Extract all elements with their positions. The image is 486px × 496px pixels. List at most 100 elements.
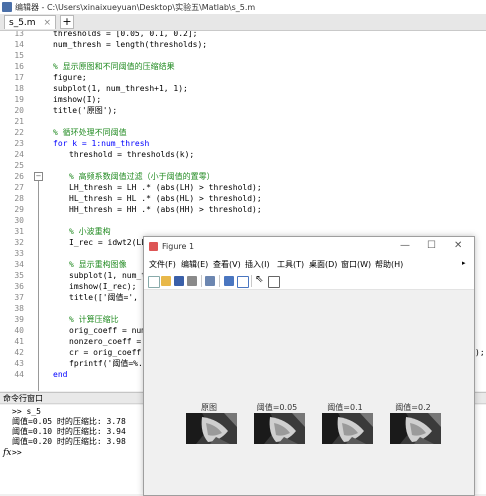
- code-line[interactable]: 30: [0, 215, 486, 226]
- menu-window[interactable]: 窗口(W): [341, 259, 371, 270]
- code-line[interactable]: 20 title('原图');: [0, 105, 486, 116]
- code-text: % 小波重构: [69, 227, 111, 236]
- window-title-bar: 编辑器 - C:\Users\xinaixueyuan\Desktop\实验五\…: [0, 0, 486, 15]
- tab-label: s_5.m: [9, 17, 36, 28]
- subplot-title: 阈值=0.1: [327, 403, 363, 412]
- line-number: 37: [14, 293, 24, 302]
- menu-tools[interactable]: 工具(T): [277, 259, 304, 270]
- insert-legend-icon[interactable]: [237, 276, 249, 288]
- menu-edit[interactable]: 编辑(E): [181, 259, 208, 270]
- line-number: 39: [14, 315, 24, 324]
- code-line[interactable]: 25: [0, 160, 486, 171]
- command-output-line: 阈值=0.20 时的压缩比: 3.98: [12, 437, 126, 446]
- editor-tab-bar: s_5.m × +: [0, 14, 486, 31]
- code-text: % 计算压缩比: [69, 315, 119, 324]
- code-line[interactable]: 24 threshold = thresholds(k);: [0, 149, 486, 160]
- line-number: 44: [14, 370, 24, 379]
- figure-title-bar: Figure 1 — ☐ ✕: [144, 237, 474, 257]
- menu-overflow-icon[interactable]: ▸: [462, 259, 466, 267]
- line-number: 13: [14, 31, 24, 38]
- toolbar-separator: [219, 275, 220, 287]
- menu-view[interactable]: 查看(V): [213, 259, 241, 270]
- line-number: 41: [14, 337, 24, 346]
- code-line[interactable]: 29 HH_thresh = HH .* (abs(HH) > threshold…: [0, 204, 486, 215]
- menu-help[interactable]: 帮助(H): [375, 259, 403, 270]
- line-number: 23: [14, 139, 24, 148]
- minimize-button[interactable]: —: [400, 240, 410, 251]
- code-line[interactable]: 18 subplot(1, num_thresh+1, 1);: [0, 83, 486, 94]
- close-button[interactable]: ✕: [454, 240, 462, 251]
- code-line[interactable]: 22 % 循环处理不同阈值: [0, 127, 486, 138]
- code-text: % 循环处理不同阈值: [53, 128, 127, 137]
- line-number: 21: [14, 117, 24, 126]
- command-line: >> s_5: [12, 407, 41, 416]
- code-line[interactable]: 16 % 显示原图和不同阈值的压缩结果: [0, 61, 486, 72]
- line-number: 31: [14, 227, 24, 236]
- image-threshold-02: [390, 413, 441, 444]
- code-text: thresholds = [0.05, 0.1, 0.2];: [53, 31, 198, 38]
- command-output-line: 阈值=0.05 时的压缩比: 3.78: [12, 417, 126, 426]
- line-number: 22: [14, 128, 24, 137]
- new-figure-icon[interactable]: [148, 276, 160, 288]
- code-text: LH_thresh = LH .* (abs(LH) > threshold);: [69, 183, 262, 192]
- maximize-button[interactable]: ☐: [427, 240, 436, 251]
- line-number: 34: [14, 260, 24, 269]
- code-text: cr = orig_coeff /: [69, 348, 151, 357]
- fx-icon[interactable]: fx: [3, 448, 11, 458]
- insert-colorbar-icon[interactable]: [224, 276, 234, 286]
- figure-icon: [149, 242, 158, 251]
- code-text: subplot(1, num_thresh+1, 1);: [53, 84, 188, 93]
- new-tab-button[interactable]: +: [60, 15, 74, 29]
- code-text: figure;: [53, 73, 87, 82]
- line-number: 20: [14, 106, 24, 115]
- line-number: 14: [14, 40, 24, 49]
- code-text: end: [53, 370, 68, 379]
- subplot-title: 原图: [201, 403, 217, 412]
- code-text: imshow(I);: [53, 95, 102, 104]
- code-line[interactable]: 15: [0, 50, 486, 61]
- code-text: % 显示重构图像: [69, 260, 127, 269]
- code-line[interactable]: 23 for k = 1:num_thresh: [0, 138, 486, 149]
- line-number: 27: [14, 183, 24, 192]
- link-plot-icon[interactable]: [205, 276, 215, 286]
- tab-s5[interactable]: s_5.m ×: [4, 15, 56, 29]
- matlab-editor-icon: [2, 2, 12, 12]
- pointer-icon[interactable]: ⇖: [255, 274, 263, 285]
- line-number: 42: [14, 348, 24, 357]
- code-line[interactable]: 27 LH_thresh = LH .* (abs(LH) > threshold…: [0, 182, 486, 193]
- tab-close-icon[interactable]: ×: [43, 18, 51, 28]
- code-line[interactable]: 17 figure;: [0, 72, 486, 83]
- code-text: threshold = thresholds(k);: [69, 150, 195, 159]
- line-number: 36: [14, 282, 24, 291]
- print-icon[interactable]: [187, 276, 197, 286]
- menu-desktop[interactable]: 桌面(D): [309, 259, 337, 270]
- line-number: 38: [14, 304, 24, 313]
- code-text: nonzero_coeff = n: [69, 337, 151, 346]
- code-line[interactable]: 28 HL_thresh = HL .* (abs(HL) > threshold…: [0, 193, 486, 204]
- image-threshold-005: [254, 413, 305, 444]
- window-title: 编辑器 - C:\Users\xinaixueyuan\Desktop\实验五\…: [15, 2, 256, 12]
- code-line[interactable]: 13 thresholds = [0.05, 0.1, 0.2];: [0, 31, 486, 39]
- code-text: fprintf('阈值=%.2: [69, 359, 148, 368]
- code-text: imshow(I_rec);: [69, 282, 137, 291]
- line-number: 19: [14, 95, 24, 104]
- toolbar-separator: [251, 275, 252, 287]
- line-number: 26: [14, 172, 24, 181]
- menu-file[interactable]: 文件(F): [149, 259, 176, 270]
- line-number: 25: [14, 161, 24, 170]
- line-number: 43: [14, 359, 24, 368]
- code-line[interactable]: 21: [0, 116, 486, 127]
- line-number: 17: [14, 73, 24, 82]
- line-number: 24: [14, 150, 24, 159]
- command-prompt[interactable]: >>: [12, 448, 22, 458]
- open-file-icon[interactable]: [161, 276, 171, 286]
- line-number: 32: [14, 238, 24, 247]
- code-line[interactable]: 26 % 高频系数阈值过滤（小于阈值的置零）: [0, 171, 486, 182]
- menu-insert[interactable]: 插入(I): [245, 259, 270, 270]
- save-icon[interactable]: [174, 276, 184, 286]
- code-line[interactable]: 19 imshow(I);: [0, 94, 486, 105]
- code-line[interactable]: 14 num_thresh = length(thresholds);: [0, 39, 486, 50]
- property-inspector-icon[interactable]: [268, 276, 280, 288]
- figure-window[interactable]: Figure 1 — ☐ ✕ 文件(F) 编辑(E) 查看(V) 插入(I) 工…: [143, 236, 475, 496]
- code-text: orig_coeff = nume: [69, 326, 151, 335]
